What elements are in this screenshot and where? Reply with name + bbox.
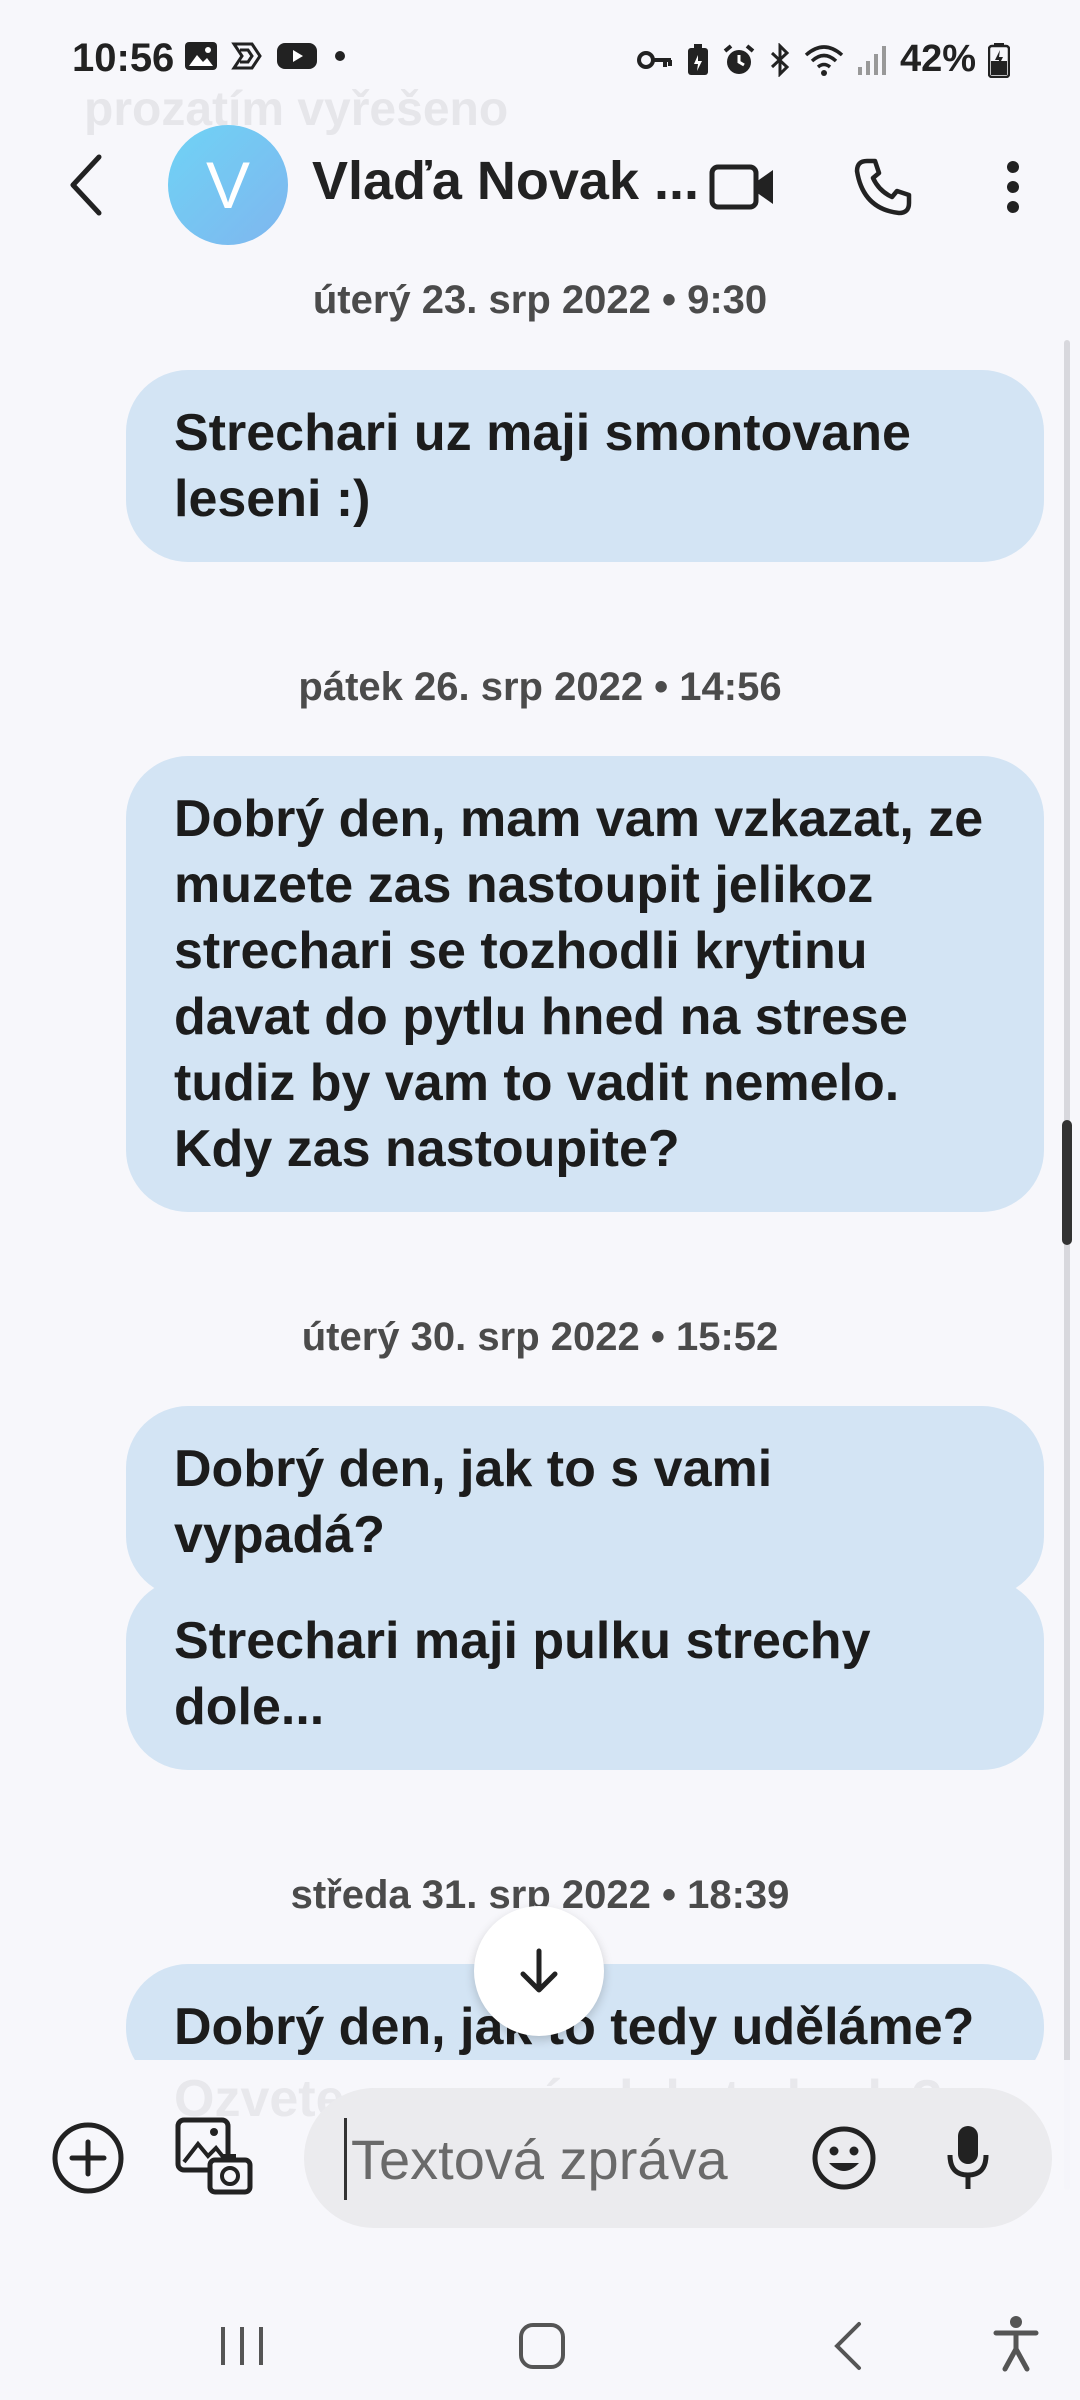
plus-circle-icon: [52, 2122, 124, 2194]
emoji-button[interactable]: [808, 2122, 880, 2194]
gallery-camera-button[interactable]: [172, 2114, 256, 2198]
message-bubble[interactable]: Strechari uz maji smontovane leseni :): [126, 370, 1044, 562]
youtube-icon: [277, 43, 317, 69]
status-notification-icons: [184, 40, 350, 72]
key-icon: [636, 50, 672, 69]
voice-call-button[interactable]: [846, 150, 920, 224]
message-list[interactable]: úterý 23. srp 2022 • 9:30 Strechari uz m…: [0, 250, 1080, 2060]
signal-icon: [857, 45, 886, 75]
alarm-icon: [723, 43, 755, 74]
recents-button[interactable]: [212, 2316, 272, 2376]
nav-back-button[interactable]: [818, 2316, 878, 2376]
accessibility-button[interactable]: [986, 2312, 1046, 2376]
more-vertical-icon: [1007, 161, 1019, 213]
home-button[interactable]: [512, 2316, 572, 2376]
battery-saver-icon: [687, 43, 708, 75]
app-icon: [231, 42, 262, 70]
battery-icon: [988, 42, 1010, 78]
conversation-header: V Vlaďa Novak ...: [0, 120, 1080, 250]
emoji-icon: [812, 2126, 876, 2190]
arrow-down-icon: [520, 1948, 558, 1993]
microphone-icon: [947, 2126, 989, 2189]
phone-icon: [854, 158, 912, 216]
message-bubble[interactable]: Strechari maji pulku strechy dole...: [126, 1578, 1044, 1770]
home-icon: [519, 2323, 565, 2369]
back-button[interactable]: [52, 150, 122, 220]
accessibility-icon: [993, 2316, 1039, 2372]
bluetooth-icon: [770, 42, 790, 77]
battery-percentage: 42%: [899, 38, 976, 80]
scrollbar-track: [1064, 340, 1070, 2190]
chevron-left-icon: [70, 154, 102, 216]
video-call-button[interactable]: [706, 150, 780, 224]
date-separator: úterý 30. srp 2022 • 15:52: [301, 1315, 779, 1359]
scrollbar-thumb[interactable]: [1062, 1120, 1072, 1245]
video-camera-icon: [709, 164, 773, 210]
message-input[interactable]: [344, 2118, 793, 2200]
system-navigation-bar: [0, 2280, 1080, 2400]
date-separator: úterý 23. srp 2022 • 9:30: [312, 278, 768, 322]
avatar[interactable]: V: [168, 125, 288, 245]
date-separator: pátek 26. srp 2022 • 14:56: [298, 665, 782, 709]
recents-icon: [221, 2327, 263, 2365]
contact-name[interactable]: Vlaďa Novak ...: [312, 150, 699, 212]
voice-input-button[interactable]: [932, 2118, 1004, 2198]
message-bubble[interactable]: Dobrý den, jak to s vami vypadá?: [126, 1406, 1044, 1598]
gallery-icon: [185, 42, 217, 70]
message-bubble[interactable]: Dobrý den, mam vam vzkazat, ze muzete za…: [126, 756, 1044, 1212]
back-icon: [834, 2322, 861, 2370]
dot-icon: [335, 51, 345, 61]
more-options-button[interactable]: [988, 150, 1038, 224]
scroll-to-bottom-button[interactable]: [474, 1906, 604, 2036]
add-attachment-button[interactable]: [48, 2118, 128, 2198]
gallery-camera-icon: [175, 2117, 253, 2195]
status-time: 10:56: [72, 36, 175, 80]
status-system-icons: 42%: [636, 38, 1010, 81]
wifi-icon: [804, 44, 844, 76]
